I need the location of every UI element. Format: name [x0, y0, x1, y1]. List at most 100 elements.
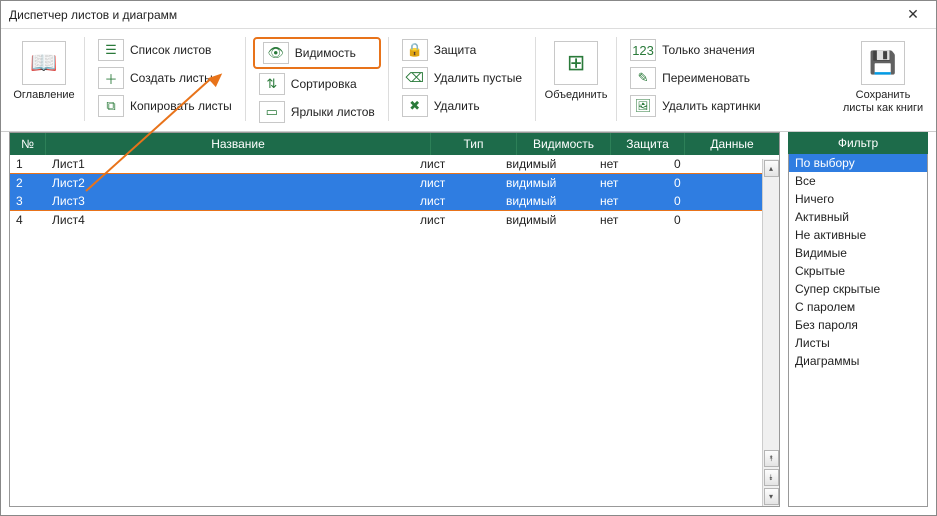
plus-icon: ＋: [98, 67, 124, 89]
filter-item[interactable]: Скрытые: [789, 262, 927, 280]
delete-empty-icon: ⌫: [402, 67, 428, 89]
col-visibility[interactable]: Видимость: [517, 133, 611, 155]
separator: [245, 37, 246, 121]
sort-icon: ⇅: [259, 73, 285, 95]
view-ops: 👁 Видимость ⇅ Сортировка ▭ Ярлыки листов: [253, 37, 381, 125]
delete-pictures-button[interactable]: 🖼 Удалить картинки: [624, 93, 767, 119]
table-row[interactable]: 3Лист3листвидимыйнет0: [10, 192, 762, 211]
delete-empty-label: Удалить пустые: [434, 71, 522, 85]
toc-button[interactable]: 📖 Оглавление: [11, 37, 77, 106]
scroll-up-button[interactable]: ▴: [764, 160, 779, 177]
col-name[interactable]: Название: [46, 133, 431, 155]
delete-icon: ✖: [402, 95, 428, 117]
filter-item[interactable]: Активный: [789, 208, 927, 226]
sort-label: Сортировка: [291, 77, 357, 91]
create-sheets-button[interactable]: ＋ Создать листы: [92, 65, 238, 91]
cell-visibility: видимый: [500, 211, 594, 229]
binoculars-icon: 👁: [263, 42, 289, 64]
table-row[interactable]: 2Лист2листвидимыйнет0: [10, 173, 762, 192]
cell-visibility: видимый: [500, 155, 594, 173]
cell-num: 3: [10, 192, 46, 210]
rename-button[interactable]: ✎ Переименовать: [624, 65, 767, 91]
filter-list: По выборуВсеНичегоАктивныйНе активныеВид…: [788, 154, 928, 507]
col-type[interactable]: Тип: [431, 133, 517, 155]
cell-name: Лист4: [46, 211, 414, 229]
close-button[interactable]: ✕: [898, 6, 928, 23]
cell-protection: нет: [594, 174, 668, 192]
list-sheets-label: Список листов: [130, 43, 211, 57]
toc-label: Оглавление: [13, 89, 74, 102]
lock-icon: 🔒: [402, 39, 428, 61]
table-header: № Название Тип Видимость Защита Данные: [10, 133, 779, 155]
filter-item[interactable]: Все: [789, 172, 927, 190]
separator: [616, 37, 617, 121]
tab-labels-button[interactable]: ▭ Ярлыки листов: [253, 99, 381, 125]
cell-data: 0: [668, 211, 762, 229]
save-as-books-button[interactable]: 💾 Сохранить листы как книги: [840, 37, 926, 118]
delete-label: Удалить: [434, 99, 480, 113]
copy-icon: ⧉: [98, 95, 124, 117]
cell-protection: нет: [594, 155, 668, 173]
rename-label: Переименовать: [662, 71, 750, 85]
filter-item[interactable]: Ничего: [789, 190, 927, 208]
col-data[interactable]: Данные: [685, 133, 779, 155]
merge-label: Объединить: [545, 89, 608, 102]
picture-icon: 🖼: [630, 95, 656, 117]
protection-label: Защита: [434, 43, 477, 57]
filter-item[interactable]: Супер скрытые: [789, 280, 927, 298]
cell-data: 0: [668, 174, 762, 192]
filter-item[interactable]: Листы: [789, 334, 927, 352]
scroll-double-up-button[interactable]: ⯭: [764, 450, 779, 467]
rename-icon: ✎: [630, 67, 656, 89]
delete-empty-button[interactable]: ⌫ Удалить пустые: [396, 65, 528, 91]
filter-item[interactable]: Диаграммы: [789, 352, 927, 370]
merge-icon: ⊞: [554, 41, 598, 85]
merge-button[interactable]: ⊞ Объединить: [543, 37, 609, 106]
table-row[interactable]: 1Лист1листвидимыйнет0: [10, 155, 762, 173]
separator: [84, 37, 85, 121]
vertical-scrollbar[interactable]: ▴ ⯭ ⯯ ▾: [762, 159, 779, 506]
protection-button[interactable]: 🔒 Защита: [396, 37, 528, 63]
scroll-double-down-button[interactable]: ⯯: [764, 469, 779, 486]
separator: [535, 37, 536, 121]
misc-ops: 123 Только значения ✎ Переименовать 🖼 Уд…: [624, 37, 767, 119]
visibility-highlight: 👁 Видимость: [253, 37, 381, 69]
filter-item[interactable]: С паролем: [789, 298, 927, 316]
copy-sheets-button[interactable]: ⧉ Копировать листы: [92, 93, 238, 119]
cell-name: Лист3: [46, 192, 414, 210]
delete-pictures-label: Удалить картинки: [662, 99, 761, 113]
filter-item[interactable]: По выбору: [789, 154, 927, 172]
cell-visibility: видимый: [500, 192, 594, 210]
cell-data: 0: [668, 155, 762, 173]
filter-panel: Фильтр По выборуВсеНичегоАктивныйНе акти…: [788, 132, 928, 507]
cell-num: 2: [10, 174, 46, 192]
values-only-button[interactable]: 123 Только значения: [624, 37, 767, 63]
scroll-down-button[interactable]: ▾: [764, 488, 779, 505]
cell-name: Лист2: [46, 174, 414, 192]
window-title: Диспетчер листов и диаграмм: [9, 8, 898, 22]
separator: [388, 37, 389, 121]
save-icon: 💾: [861, 41, 905, 85]
cell-num: 1: [10, 155, 46, 173]
content: № Название Тип Видимость Защита Данные 1…: [1, 132, 936, 515]
list-sheets-button[interactable]: ☰ Список листов: [92, 37, 238, 63]
filter-item[interactable]: Без пароля: [789, 316, 927, 334]
save-as-books-label: Сохранить листы как книги: [843, 89, 923, 114]
protect-ops: 🔒 Защита ⌫ Удалить пустые ✖ Удалить: [396, 37, 528, 119]
cell-type: лист: [414, 211, 500, 229]
create-sheets-label: Создать листы: [130, 71, 213, 85]
delete-button[interactable]: ✖ Удалить: [396, 93, 528, 119]
filter-item[interactable]: Не активные: [789, 226, 927, 244]
list-icon: ☰: [98, 39, 124, 61]
cell-type: лист: [414, 174, 500, 192]
cell-num: 4: [10, 211, 46, 229]
values-icon: 123: [630, 39, 656, 61]
cell-data: 0: [668, 192, 762, 210]
filter-item[interactable]: Видимые: [789, 244, 927, 262]
col-num[interactable]: №: [10, 133, 46, 155]
visibility-button[interactable]: 👁 Видимость: [257, 40, 377, 66]
cell-name: Лист1: [46, 155, 414, 173]
table-row[interactable]: 4Лист4листвидимыйнет0: [10, 211, 762, 229]
col-protection[interactable]: Защита: [611, 133, 685, 155]
sort-button[interactable]: ⇅ Сортировка: [253, 71, 381, 97]
